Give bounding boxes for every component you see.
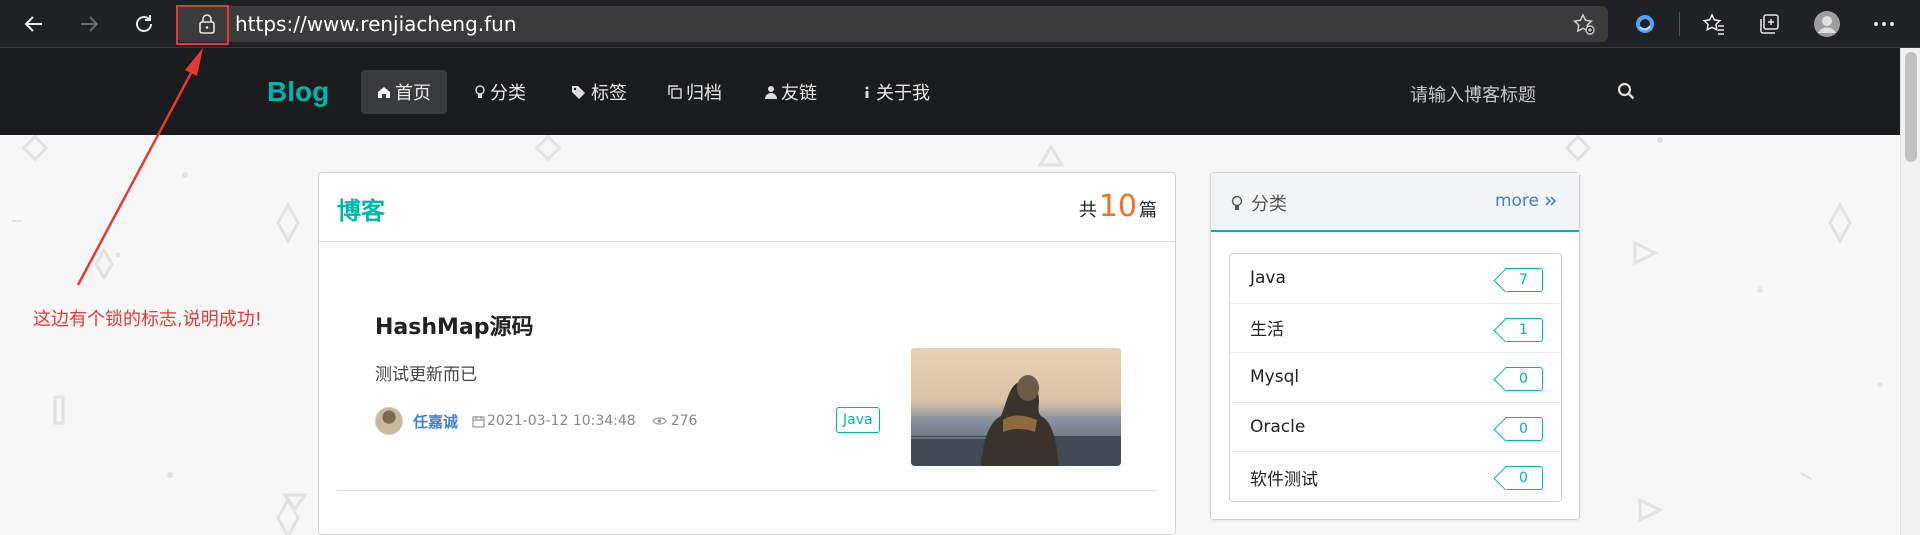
post-date-text: 2021-03-12 10:34:48 — [487, 413, 636, 429]
category-title-text: 分类 — [1251, 194, 1287, 215]
calendar-icon — [472, 415, 485, 428]
blog-post-item[interactable]: HashMap源码 测试更新而已 任嘉诚 2021-03-12 10:34:48… — [319, 243, 1175, 491]
category-more-label: more — [1494, 191, 1539, 211]
category-more-link[interactable]: more — [1495, 191, 1557, 211]
menu-item-about[interactable]: 关于我 — [846, 70, 946, 114]
post-views-count: 276 — [670, 413, 698, 429]
edge-extension-icon[interactable] — [1631, 10, 1659, 38]
category-count-badge: 7 — [1505, 268, 1543, 292]
category-count: 0 — [1519, 470, 1528, 487]
category-item-life[interactable]: 生活 1 — [1230, 304, 1561, 354]
menu-item-label: 分类 — [490, 83, 526, 104]
blog-count-prefix: 共 — [1078, 200, 1097, 221]
user-icon — [765, 86, 777, 99]
category-name: Java — [1250, 268, 1286, 289]
page-scrollbar[interactable] — [1900, 48, 1920, 535]
menu-item-label: 关于我 — [876, 83, 930, 104]
post-description: 测试更新而已 — [375, 365, 477, 385]
menu-item-archive[interactable]: 归档 — [652, 70, 738, 114]
angle-double-right-icon — [1545, 196, 1557, 206]
back-button[interactable] — [18, 8, 50, 40]
menu-item-friends[interactable]: 友链 — [749, 70, 833, 114]
browser-toolbar: https://www.renjiacheng.fun — [0, 0, 1920, 48]
blog-list-card: 博客 共 10 篇 HashMap源码 测试更新而已 任嘉诚 2021-03-1… — [318, 172, 1176, 535]
annotation-text: 这边有个锁的标志,说明成功! — [33, 309, 262, 330]
blog-count-number: 10 — [1098, 189, 1137, 224]
post-tag[interactable]: Java — [836, 407, 880, 433]
category-item-java[interactable]: Java 7 — [1230, 254, 1561, 304]
category-item-mysql[interactable]: Mysql 0 — [1230, 353, 1561, 403]
blog-section-title: 博客 — [337, 197, 385, 225]
category-item-software-testing[interactable]: 软件测试 0 — [1230, 452, 1561, 502]
category-count: 1 — [1519, 321, 1528, 338]
category-name: 软件测试 — [1250, 469, 1318, 490]
add-favorite-icon[interactable] — [1570, 10, 1598, 38]
site-navbar: Blog 首页 分类 标签 归档 友链 关于我 请输入博客标题 — [0, 48, 1900, 135]
category-count-badge: 0 — [1505, 416, 1543, 441]
menu-item-home[interactable]: 首页 — [361, 70, 447, 114]
category-count: 0 — [1519, 420, 1528, 437]
category-name: Mysql — [1250, 367, 1300, 388]
category-count-badge: 0 — [1505, 367, 1543, 392]
blog-count-suffix: 篇 — [1139, 200, 1157, 221]
collections-icon[interactable] — [1755, 10, 1783, 38]
toolbar-divider — [1679, 12, 1680, 36]
back-arrow-icon — [24, 16, 42, 32]
category-name: Oracle — [1250, 417, 1306, 438]
url-text: https://www.renjiacheng.fun — [235, 12, 517, 36]
post-meta: 任嘉诚 2021-03-12 10:34:48 276 — [375, 406, 713, 436]
category-card-title: 分类 — [1231, 190, 1287, 216]
clone-icon — [668, 85, 682, 99]
post-title[interactable]: HashMap源码 — [375, 309, 534, 341]
category-count-badge: 1 — [1505, 317, 1543, 342]
post-author[interactable]: 任嘉诚 — [413, 411, 458, 432]
eye-icon — [652, 417, 667, 425]
blog-count: 共 10 篇 — [1079, 189, 1157, 224]
blog-list-header: 博客 共 10 篇 — [319, 173, 1175, 242]
lock-highlight-box — [176, 5, 229, 45]
lightbulb-icon — [1231, 195, 1243, 210]
home-icon — [378, 87, 390, 98]
forward-arrow-icon — [81, 16, 99, 32]
post-views: 276 — [652, 413, 698, 429]
post-divider — [337, 490, 1157, 491]
category-item-oracle[interactable]: Oracle 0 — [1230, 403, 1561, 453]
tags-icon — [572, 86, 585, 99]
menu-item-category[interactable]: 分类 — [458, 70, 542, 114]
menu-item-label: 友链 — [781, 83, 817, 104]
search-icon[interactable] — [1617, 82, 1635, 100]
favorites-icon[interactable] — [1700, 10, 1728, 38]
menu-item-tags[interactable]: 标签 — [555, 70, 643, 114]
info-icon — [865, 86, 869, 98]
more-menu-icon[interactable] — [1870, 10, 1898, 38]
menu-item-label: 归档 — [686, 83, 722, 104]
category-count: 0 — [1519, 371, 1528, 388]
category-card: 分类 more Java 7 生活 1 Mysql 0 Oracle 0 软件测… — [1210, 172, 1580, 520]
category-list: Java 7 生活 1 Mysql 0 Oracle 0 软件测试 0 — [1229, 253, 1562, 502]
refresh-button[interactable] — [128, 8, 160, 40]
category-name: 生活 — [1250, 320, 1284, 341]
category-card-header: 分类 more — [1211, 173, 1579, 232]
post-cover-photo — [911, 375, 1121, 466]
brand-logo[interactable]: Blog — [267, 76, 329, 108]
lightbulb-icon — [475, 85, 485, 98]
menu-item-label: 标签 — [591, 83, 627, 104]
refresh-icon — [136, 15, 152, 32]
search-input[interactable]: 请输入博客标题 — [1410, 81, 1536, 107]
annotation-arrow — [76, 48, 203, 286]
forward-button[interactable] — [73, 8, 105, 40]
scrollbar-thumb[interactable] — [1905, 52, 1917, 162]
profile-avatar-icon[interactable] — [1813, 10, 1841, 38]
post-cover-image[interactable] — [911, 348, 1121, 466]
post-date: 2021-03-12 10:34:48 — [472, 413, 636, 429]
category-count-badge: 0 — [1505, 466, 1543, 491]
menu-item-label: 首页 — [395, 83, 431, 104]
author-avatar[interactable] — [375, 407, 403, 435]
category-count: 7 — [1519, 272, 1528, 288]
